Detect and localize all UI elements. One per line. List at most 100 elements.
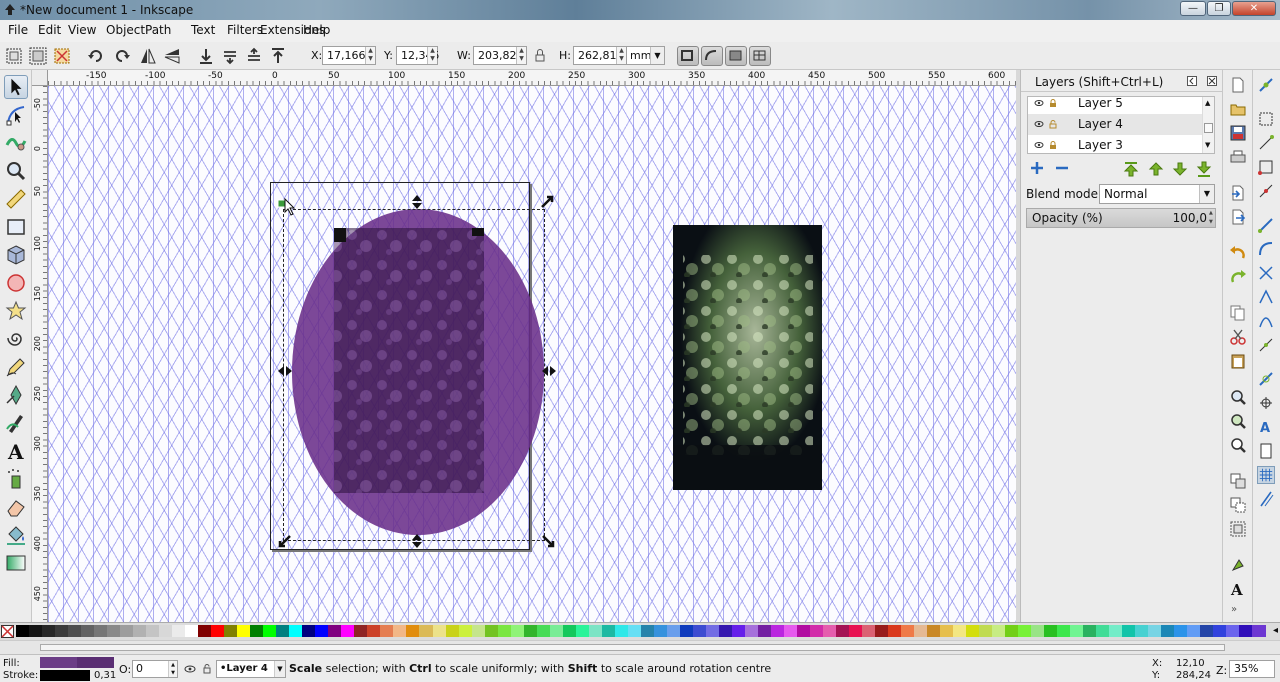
current-layer-select[interactable]: •Layer 4 ▼ <box>216 660 286 678</box>
more-commands-icon[interactable]: » <box>1231 604 1237 615</box>
text-font-icon[interactable]: A <box>1229 580 1247 598</box>
raise-layer-to-top-icon[interactable] <box>1122 160 1140 178</box>
color-swatch[interactable] <box>614 625 628 637</box>
snap-intersections-icon[interactable] <box>1257 264 1275 282</box>
gradient-tool-icon[interactable] <box>4 551 28 575</box>
undo-icon[interactable] <box>1229 244 1247 262</box>
color-swatch[interactable] <box>1044 625 1058 637</box>
color-swatch[interactable] <box>692 625 706 637</box>
eye-icon[interactable] <box>1034 140 1044 150</box>
leaf-photo[interactable] <box>673 225 822 490</box>
color-swatch[interactable] <box>849 625 863 637</box>
opacity-spin-arrows[interactable]: ▲ ▼ <box>168 661 177 677</box>
color-swatch[interactable] <box>536 625 550 637</box>
color-swatch[interactable] <box>29 625 43 637</box>
opacity-spin-arrows[interactable]: ▲ ▼ <box>1209 209 1215 227</box>
color-swatch[interactable] <box>1031 625 1045 637</box>
selector-tool-icon[interactable] <box>4 75 28 99</box>
color-swatch[interactable] <box>159 625 173 637</box>
lock-ratio-icon[interactable] <box>530 46 550 66</box>
color-swatch[interactable] <box>757 625 771 637</box>
no-paint-swatch-icon[interactable] <box>1 625 14 638</box>
color-swatch[interactable] <box>1135 625 1149 637</box>
calligraphy-tool-icon[interactable] <box>4 411 28 435</box>
menu-text[interactable]: Filters <box>227 23 263 37</box>
color-swatch[interactable] <box>653 625 667 637</box>
h-spin-arrows[interactable]: ▲ ▼ <box>616 47 626 64</box>
close-button[interactable]: ✕ <box>1232 1 1276 16</box>
duplicate-icon[interactable] <box>1229 472 1247 490</box>
color-swatch[interactable] <box>549 625 563 637</box>
color-swatch[interactable] <box>523 625 537 637</box>
snap-centers-icon[interactable] <box>1257 370 1275 388</box>
open-document-icon[interactable] <box>1229 100 1247 118</box>
eye-icon[interactable] <box>1034 119 1044 129</box>
color-swatch[interactable] <box>432 625 446 637</box>
dock-close-icon[interactable] <box>1207 76 1217 86</box>
menu-edit[interactable]: Edit <box>38 23 61 37</box>
color-swatch[interactable] <box>862 625 876 637</box>
color-swatch[interactable] <box>133 625 147 637</box>
select-all-layers-icon[interactable] <box>28 46 48 66</box>
snap-grids-icon[interactable] <box>1257 466 1275 484</box>
h-input[interactable]: 262,810 ▲ ▼ <box>573 46 627 65</box>
layer-visibility-eye-icon[interactable] <box>184 664 196 674</box>
zoom-page-icon[interactable] <box>1229 436 1247 454</box>
drawing-canvas[interactable] <box>48 86 1016 622</box>
fill-stroke-icon[interactable] <box>1229 556 1247 574</box>
unit-select[interactable]: mm ▼ <box>626 46 665 65</box>
measure-tool-icon[interactable] <box>4 187 28 211</box>
palette-menu-icon[interactable]: ◂ <box>1273 625 1278 636</box>
color-swatch[interactable] <box>497 625 511 637</box>
color-swatch[interactable] <box>1057 625 1071 637</box>
paint-bucket-tool-icon[interactable] <box>4 523 28 547</box>
move-gradients-toggle[interactable] <box>725 46 747 66</box>
horizontal-ruler[interactable]: -150 -100 -50 0 50 100 150 200 250 300 3… <box>48 70 1016 86</box>
color-swatch[interactable] <box>341 625 355 637</box>
color-swatch[interactable] <box>679 625 693 637</box>
color-swatch[interactable] <box>445 625 459 637</box>
color-swatch[interactable] <box>120 625 134 637</box>
opacity-input[interactable]: 0 ▲ ▼ <box>132 660 178 678</box>
layer-row-selected[interactable]: Layer 4 <box>1028 114 1204 135</box>
menu-view[interactable]: View <box>68 23 96 37</box>
color-swatch[interactable] <box>1239 625 1253 637</box>
palette-scroll-thumb[interactable] <box>40 644 1225 651</box>
spiral-tool-icon[interactable] <box>4 327 28 351</box>
menu-layer[interactable]: Object <box>106 23 145 37</box>
unlock-icon[interactable] <box>1048 119 1058 129</box>
flip-vertical-icon[interactable] <box>162 46 182 66</box>
w-spin-arrows[interactable]: ▲ ▼ <box>516 47 526 64</box>
color-swatch[interactable] <box>1161 625 1175 637</box>
scroll-down-icon[interactable]: ▼ <box>1205 141 1210 149</box>
tweak-tool-icon[interactable] <box>4 131 28 155</box>
color-swatch[interactable] <box>1252 625 1266 637</box>
new-document-icon[interactable] <box>1229 76 1247 94</box>
deselect-icon[interactable] <box>52 46 72 66</box>
pen-tool-icon[interactable] <box>4 383 28 407</box>
color-swatch[interactable] <box>809 625 823 637</box>
color-swatch[interactable] <box>1200 625 1214 637</box>
color-swatch[interactable] <box>211 625 225 637</box>
color-swatch[interactable] <box>263 625 277 637</box>
color-swatch[interactable] <box>1109 625 1123 637</box>
snap-text-baseline-icon[interactable]: A <box>1257 418 1275 436</box>
rotate-cw-icon[interactable] <box>112 46 132 66</box>
dock-collapse-icon[interactable] <box>1187 76 1197 86</box>
snap-bbox-edges-icon[interactable] <box>1257 134 1275 152</box>
lower-layer-to-bottom-icon[interactable] <box>1195 160 1213 178</box>
ellipse-tool-icon[interactable] <box>4 271 28 295</box>
node-tool-icon[interactable] <box>4 103 28 127</box>
color-swatch[interactable] <box>835 625 849 637</box>
snap-toggle-icon[interactable] <box>1257 76 1275 94</box>
scale-handle-top[interactable] <box>410 194 424 210</box>
color-swatch[interactable] <box>68 625 82 637</box>
color-swatch[interactable] <box>718 625 732 637</box>
move-patterns-toggle[interactable] <box>749 46 771 66</box>
color-swatch[interactable] <box>992 625 1006 637</box>
spray-tool-icon[interactable] <box>4 467 28 491</box>
snap-paths-icon[interactable] <box>1257 240 1275 258</box>
raise-to-top-icon[interactable] <box>268 46 288 66</box>
copy-icon[interactable] <box>1229 304 1247 322</box>
color-swatch[interactable] <box>1018 625 1032 637</box>
